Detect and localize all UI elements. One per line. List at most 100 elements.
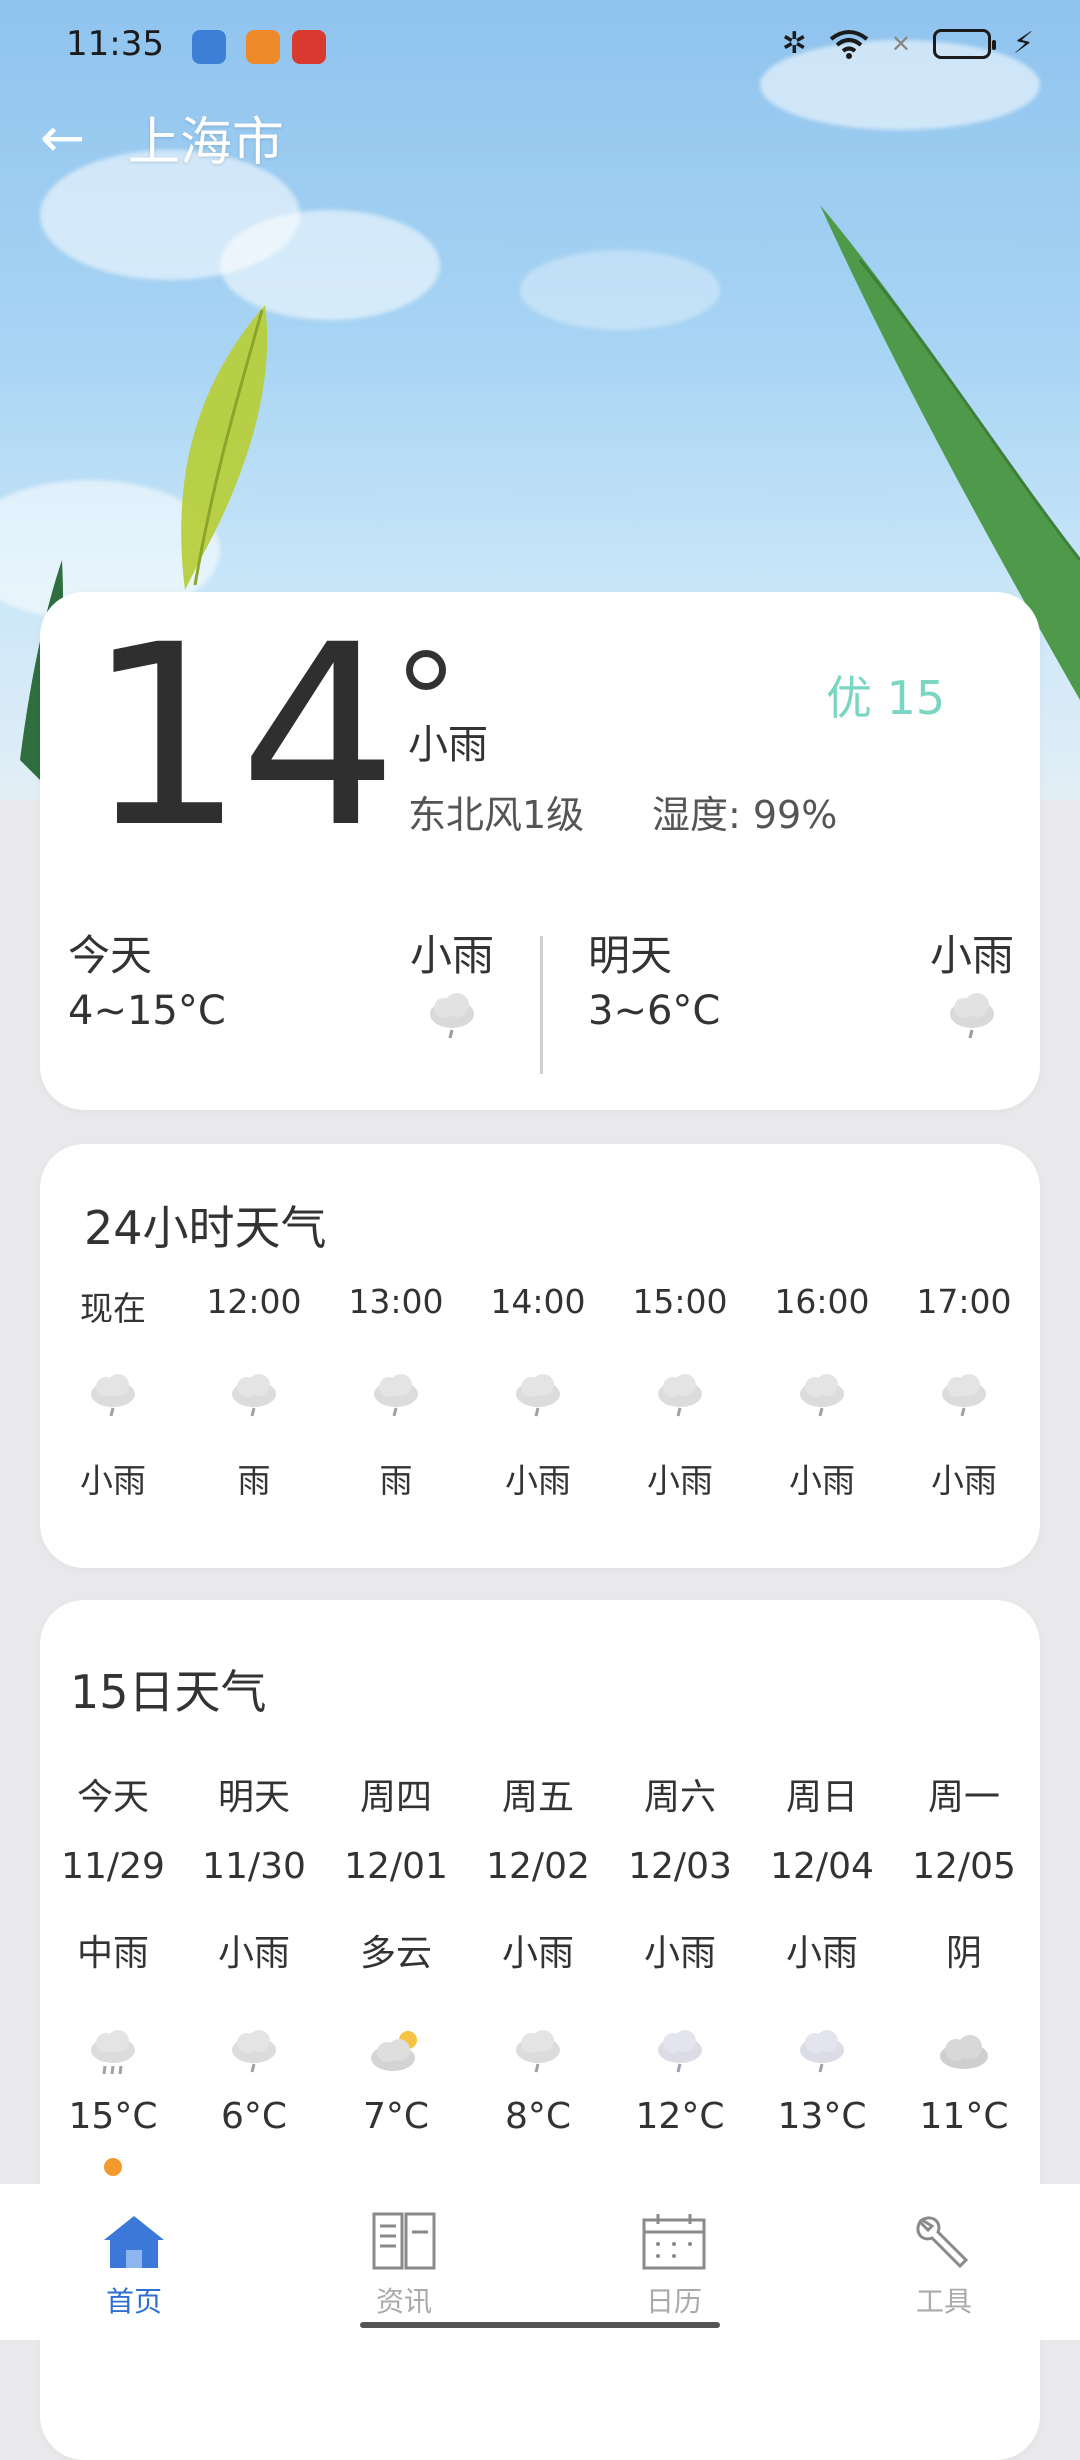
hourly-condition: 雨 <box>379 1461 413 1500</box>
humidity-info: 湿度: 99% <box>652 793 838 837</box>
nav-news[interactable]: 资讯 <box>304 2210 504 2320</box>
two-day-forecast: 今天 4~15°C 小雨 明天 3~6°C 小雨 <box>40 908 1040 1078</box>
wind-info: 东北风1级 <box>408 793 585 837</box>
news-icon <box>372 2212 436 2270</box>
nav-news-label: 资讯 <box>375 2285 432 2318</box>
today-range: 4~15°C <box>68 988 226 1034</box>
bluetooth-icon: ✲ <box>781 26 807 61</box>
daily-date: 12/05 <box>912 1846 1016 1887</box>
calendar-icon <box>642 2214 706 2270</box>
tomorrow-forecast[interactable]: 明天 3~6°C 小雨 <box>560 908 1030 1078</box>
daily-condition: 多云 <box>359 1933 432 1974</box>
daily-temp: 7°C <box>362 2096 430 2137</box>
hourly-condition: 小雨 <box>647 1461 713 1500</box>
hourly-forecast-card[interactable]: 24小时天气 现在 12:00 13:00 14:00 15:00 16:00 … <box>40 1144 1040 1568</box>
daily-condition: 小雨 <box>643 1933 716 1974</box>
rain-icon <box>751 1372 893 1424</box>
nav-home-label: 首页 <box>105 2285 162 2318</box>
rain-icon <box>325 1372 467 1424</box>
hourly-condition: 小雨 <box>80 1461 146 1500</box>
daily-day: 周四 <box>359 1777 432 1818</box>
nav-tools[interactable]: 工具 <box>844 2210 1044 2320</box>
partly-cloudy-icon <box>325 2028 467 2084</box>
hourly-time: 16:00 <box>774 1282 870 1321</box>
overcast-icon <box>893 2028 1035 2084</box>
daily-temp: 12°C <box>635 2096 725 2137</box>
rain-icon <box>609 1372 751 1424</box>
hourly-time: 12:00 <box>206 1282 302 1321</box>
rain-icon <box>609 2028 751 2084</box>
daily-day: 周六 <box>643 1777 716 1818</box>
status-bar: 11:35 ✲ ✕ ⚡ <box>0 0 1080 96</box>
rain-icon <box>467 1372 609 1424</box>
daily-condition: 小雨 <box>501 1933 574 1974</box>
charging-icon: ⚡ <box>1012 26 1034 61</box>
today-condition: 小雨 <box>409 931 494 980</box>
daily-temp: 8°C <box>504 2096 572 2137</box>
current-weather-card[interactable]: 14 小雨 东北风1级 湿度: 99% 优 15 今天 4~15°C 小雨 明天… <box>40 592 1040 1110</box>
hourly-time: 14:00 <box>490 1282 586 1321</box>
nav-calendar-label: 日历 <box>645 2285 702 2318</box>
daily-condition: 阴 <box>945 1933 982 1974</box>
nav-home[interactable]: 首页 <box>34 2210 234 2320</box>
hourly-time: 现在 <box>80 1289 146 1328</box>
current-condition: 小雨 <box>408 722 488 768</box>
hourly-time: 15:00 <box>632 1282 728 1321</box>
today-forecast[interactable]: 今天 4~15°C 小雨 <box>40 908 510 1078</box>
rain-icon <box>944 992 1000 1046</box>
daily-day: 今天 <box>76 1777 149 1818</box>
daily-date: 12/02 <box>486 1846 590 1887</box>
daily-condition: 中雨 <box>76 1933 149 1974</box>
city-name[interactable]: 上海市 <box>128 100 284 175</box>
daily-title: 15日天气 <box>70 1665 267 1719</box>
no-signal-icon: ✕ <box>890 29 911 58</box>
hourly-condition: 雨 <box>237 1461 271 1500</box>
notification-app-icon <box>192 30 226 64</box>
daily-date: 12/04 <box>770 1846 874 1887</box>
home-icon <box>104 2216 164 2268</box>
daily-temp: 15°C <box>68 2096 158 2137</box>
rain-icon <box>183 2028 325 2084</box>
today-label: 今天 <box>68 931 153 980</box>
rain-icon <box>751 2028 893 2084</box>
hourly-time: 13:00 <box>348 1282 444 1321</box>
back-button[interactable]: ← <box>40 106 100 169</box>
current-temperature: 14 <box>86 591 398 882</box>
daily-date: 11/30 <box>202 1846 306 1887</box>
rain-icon <box>424 992 480 1046</box>
notification-app-icon <box>246 30 280 64</box>
degree-icon <box>406 650 446 690</box>
header: ← 上海市 <box>40 100 284 175</box>
nav-calendar[interactable]: 日历 <box>574 2210 774 2320</box>
bottom-navigation: 首页 资讯 日历 工具 <box>0 2184 1080 2340</box>
daily-date: 11/29 <box>61 1846 165 1887</box>
nav-tools-label: 工具 <box>915 2285 972 2318</box>
hourly-time: 17:00 <box>916 1282 1012 1321</box>
daily-day: 周五 <box>501 1777 574 1818</box>
tomorrow-range: 3~6°C <box>588 988 721 1034</box>
hourly-condition: 小雨 <box>931 1461 997 1500</box>
hourly-condition: 小雨 <box>789 1461 855 1500</box>
home-indicator[interactable] <box>360 2322 720 2328</box>
status-time: 11:35 <box>66 24 164 64</box>
forecast-divider <box>540 936 543 1074</box>
aqi-badge[interactable]: 优 15 <box>826 662 945 728</box>
tools-icon <box>916 2216 969 2269</box>
daily-day: 周日 <box>785 1777 858 1818</box>
notification-dot <box>104 2158 122 2176</box>
notification-app-icon <box>292 30 326 64</box>
wifi-icon <box>829 29 869 59</box>
daily-date: 12/01 <box>344 1846 448 1887</box>
hourly-condition: 小雨 <box>505 1461 571 1500</box>
moderate-rain-icon <box>42 2028 184 2084</box>
tomorrow-label: 明天 <box>588 931 673 980</box>
rain-icon <box>42 1372 184 1424</box>
tomorrow-condition: 小雨 <box>929 931 1014 980</box>
daily-temp: 11°C <box>919 2096 1009 2137</box>
daily-day: 周一 <box>927 1777 1000 1818</box>
battery-icon <box>932 28 996 59</box>
daily-temp: 13°C <box>777 2096 867 2137</box>
daily-condition: 小雨 <box>217 1933 290 1974</box>
daily-condition: 小雨 <box>785 1933 858 1974</box>
daily-date: 12/03 <box>628 1846 732 1887</box>
